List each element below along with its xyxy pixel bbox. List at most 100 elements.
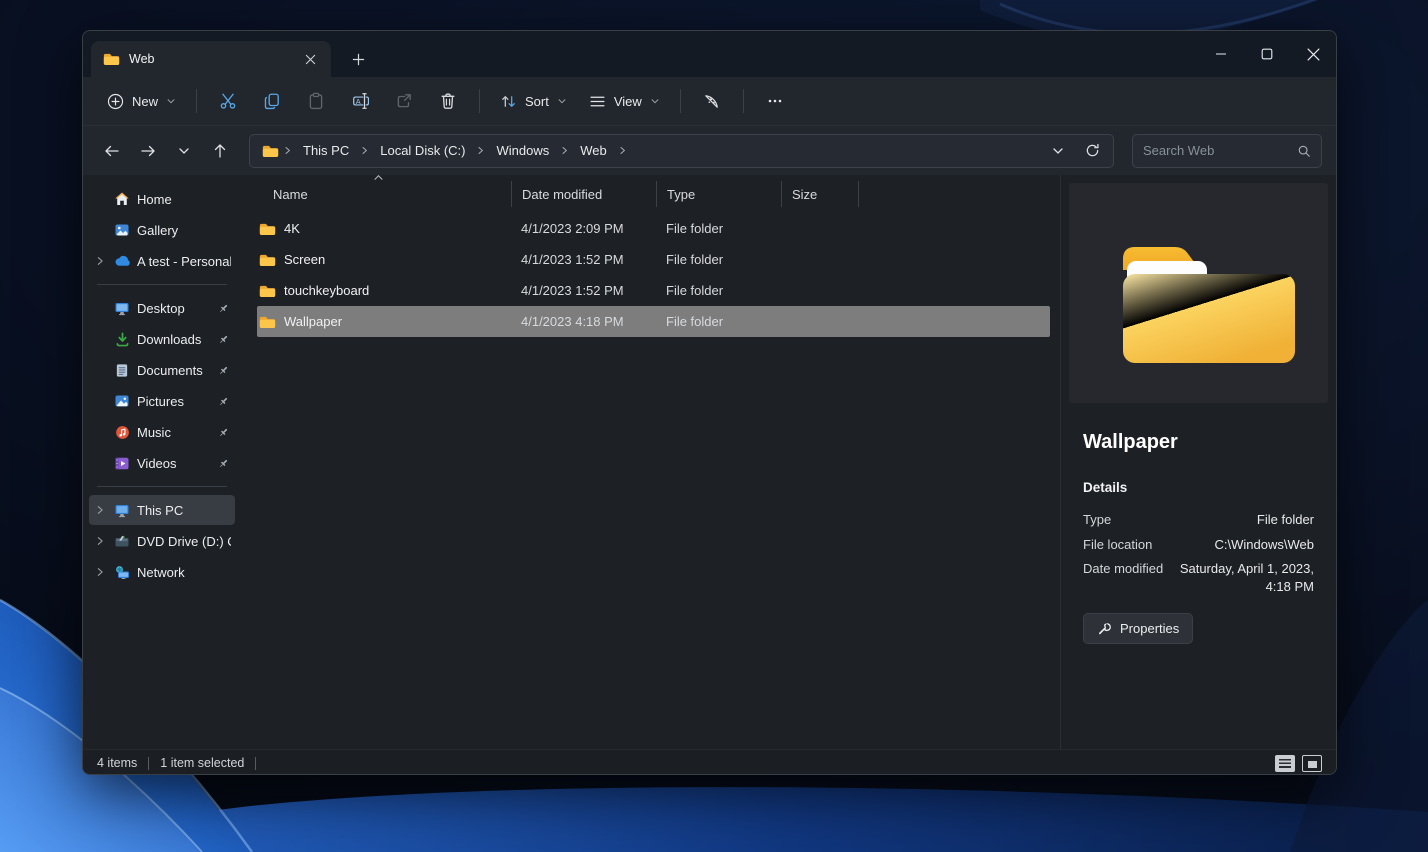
- close-window-button[interactable]: [1290, 31, 1336, 77]
- details-view-toggle[interactable]: [1275, 755, 1295, 772]
- sidebar-item-desktop[interactable]: Desktop: [89, 293, 235, 323]
- command-bar: New: [83, 77, 1336, 125]
- breadcrumb-chevron[interactable]: [560, 146, 569, 155]
- search-input[interactable]: [1143, 143, 1289, 158]
- sidebar-item-label: Desktop: [137, 301, 209, 316]
- breadcrumb-web[interactable]: Web: [573, 139, 614, 162]
- minimize-button[interactable]: [1198, 31, 1244, 77]
- expand-chevron-icon[interactable]: [93, 505, 107, 515]
- recent-locations-button[interactable]: [169, 136, 199, 166]
- sidebar-item-label: DVD Drive (D:) CCC: [137, 534, 231, 549]
- detail-field-type: Type File folder: [1083, 511, 1314, 529]
- sidebar-item-home[interactable]: Home: [89, 184, 235, 214]
- sidebar-item-this-pc[interactable]: This PC: [89, 495, 235, 525]
- copy-button[interactable]: [251, 83, 293, 119]
- file-row-screen[interactable]: Screen 4/1/2023 1:52 PM File folder: [257, 244, 1050, 275]
- view-button-label: View: [614, 94, 642, 109]
- sidebar-item-gallery[interactable]: Gallery: [89, 215, 235, 245]
- new-button[interactable]: New: [97, 83, 186, 119]
- sidebar-item-downloads[interactable]: Downloads: [89, 324, 235, 354]
- file-date-modified: 4/1/2023 2:09 PM: [511, 221, 656, 236]
- tab-close-button[interactable]: [297, 46, 323, 72]
- svg-text:A: A: [356, 97, 361, 106]
- properties-button[interactable]: Properties: [1083, 613, 1193, 644]
- pin-icon: [215, 364, 231, 377]
- toolbar-divider: [196, 89, 197, 113]
- see-more-button[interactable]: [754, 83, 796, 119]
- details-section-heading: Details: [1083, 480, 1314, 495]
- file-type: File folder: [656, 314, 781, 329]
- sort-button[interactable]: Sort: [490, 83, 577, 119]
- breadcrumb-chevron[interactable]: [618, 146, 627, 155]
- breadcrumb-chevron[interactable]: [476, 146, 485, 155]
- address-dropdown-button[interactable]: [1043, 136, 1073, 166]
- address-row: This PC Local Disk (C:) Windows Web: [83, 125, 1336, 175]
- file-row-wallpaper[interactable]: Wallpaper 4/1/2023 4:18 PM File folder: [257, 306, 1050, 337]
- folder-icon: [259, 222, 276, 236]
- detail-field-date-modified: Date modified Saturday, April 1, 2023, 4…: [1083, 560, 1314, 595]
- rename-icon: A: [351, 92, 369, 110]
- address-bar[interactable]: This PC Local Disk (C:) Windows Web: [249, 134, 1114, 168]
- expand-chevron-icon[interactable]: [93, 536, 107, 546]
- share-icon: [395, 92, 413, 110]
- wrench-icon: [1097, 621, 1112, 636]
- filters-extension-button[interactable]: [691, 83, 733, 119]
- breadcrumb-windows[interactable]: Windows: [489, 139, 556, 162]
- breadcrumb-local-disk[interactable]: Local Disk (C:): [373, 139, 472, 162]
- toolbar-divider: [743, 89, 744, 113]
- breadcrumb-chevron[interactable]: [283, 146, 292, 155]
- file-row-4k[interactable]: 4K 4/1/2023 2:09 PM File folder: [257, 213, 1050, 244]
- sidebar-item-videos[interactable]: Videos: [89, 448, 235, 478]
- toolbar-divider: [479, 89, 480, 113]
- sidebar-item-label: Music: [137, 425, 209, 440]
- sidebar-divider: [97, 486, 227, 487]
- folder-icon: [262, 144, 279, 158]
- sidebar-item-documents[interactable]: Documents: [89, 355, 235, 385]
- up-button[interactable]: [205, 136, 235, 166]
- column-header-date-modified[interactable]: Date modified: [511, 181, 656, 207]
- sidebar-item-pictures[interactable]: Pictures: [89, 386, 235, 416]
- forward-button[interactable]: [133, 136, 163, 166]
- trash-icon: [439, 92, 457, 110]
- maximize-button[interactable]: [1244, 31, 1290, 77]
- gallery-icon: [113, 222, 131, 238]
- field-label: Date modified: [1083, 560, 1167, 595]
- expand-chevron-icon[interactable]: [93, 256, 107, 266]
- column-header-name[interactable]: Name: [257, 181, 511, 207]
- file-row-touchkeyboard[interactable]: touchkeyboard 4/1/2023 1:52 PM File fold…: [257, 275, 1050, 306]
- toolbar-divider: [680, 89, 681, 113]
- sidebar-item-dvd-drive[interactable]: DVD Drive (D:) CCC: [89, 526, 235, 556]
- refresh-icon: [1085, 143, 1100, 158]
- paste-button[interactable]: [295, 83, 337, 119]
- view-button[interactable]: View: [579, 83, 670, 119]
- file-explorer-window: Web: [82, 30, 1337, 775]
- expand-chevron-icon[interactable]: [93, 567, 107, 577]
- sidebar-item-onedrive[interactable]: A test - Personal: [89, 246, 235, 276]
- pin-icon: [215, 426, 231, 439]
- search-icon[interactable]: [1297, 144, 1311, 158]
- breadcrumb-chevron[interactable]: [360, 146, 369, 155]
- file-name: 4K: [284, 221, 300, 236]
- field-value: C:\Windows\Web: [1177, 536, 1314, 554]
- view-icon: [589, 93, 606, 110]
- file-type: File folder: [656, 221, 781, 236]
- back-button[interactable]: [97, 136, 127, 166]
- column-header-type[interactable]: Type: [656, 181, 781, 207]
- delete-button[interactable]: [427, 83, 469, 119]
- cut-button[interactable]: [207, 83, 249, 119]
- breadcrumb-this-pc[interactable]: This PC: [296, 139, 356, 162]
- items-count: 4 items: [97, 756, 137, 770]
- sidebar-item-network[interactable]: Network: [89, 557, 235, 587]
- large-thumbnails-view-toggle[interactable]: [1302, 755, 1322, 772]
- desktop-wallpaper: Web: [0, 0, 1428, 852]
- folder-icon: [259, 253, 276, 267]
- column-header-size[interactable]: Size: [781, 181, 859, 207]
- refresh-button[interactable]: [1077, 136, 1107, 166]
- sidebar-item-music[interactable]: Music: [89, 417, 235, 447]
- new-tab-button[interactable]: [345, 46, 371, 72]
- field-label: Type: [1083, 511, 1167, 529]
- sort-icon: [500, 93, 517, 110]
- explorer-tab[interactable]: Web: [91, 41, 331, 77]
- rename-button[interactable]: A: [339, 83, 381, 119]
- share-button[interactable]: [383, 83, 425, 119]
